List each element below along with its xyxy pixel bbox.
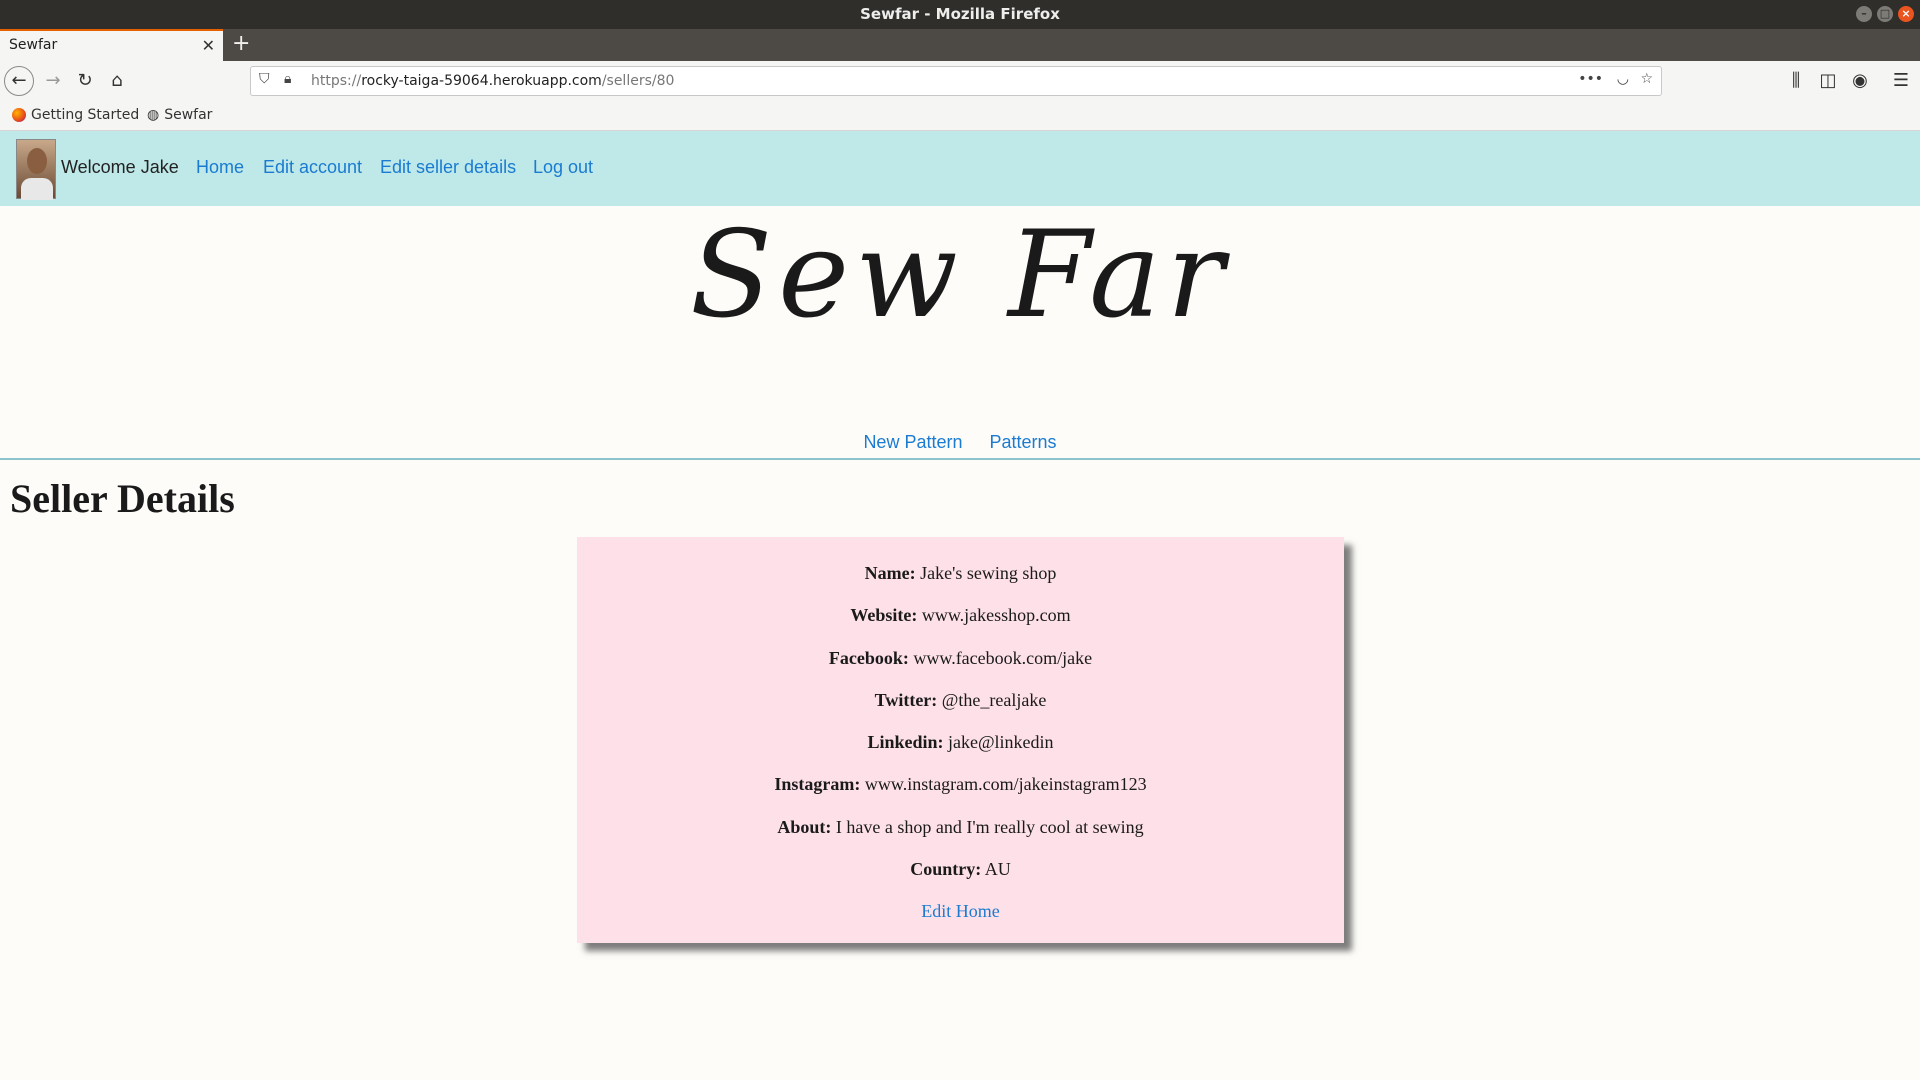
menu-icon[interactable]: ☰ <box>1887 67 1915 95</box>
navigation-toolbar: ← → ↻ ⌂ ⛉ 🔒︎ https://rocky-taiga-59064.h… <box>0 61 1920 101</box>
seller-website-row: Website: www.jakesshop.com <box>850 605 1071 626</box>
reload-icon[interactable]: ↻ <box>71 67 99 95</box>
tab-title: Sewfar <box>9 37 58 53</box>
seller-country-row: Country: AU <box>910 859 1011 880</box>
url-text: https://rocky-taiga-59064.herokuapp.com/… <box>311 73 675 89</box>
bookmark-sewfar[interactable]: ◍ Sewfar <box>147 107 212 123</box>
home-link[interactable]: Home <box>196 157 244 178</box>
page-actions-icon[interactable]: ••• <box>1578 71 1603 87</box>
site-logo: Sew Far <box>689 206 1231 345</box>
browser-tab[interactable]: Sewfar ✕ <box>0 29 223 61</box>
patterns-link[interactable]: Patterns <box>990 432 1057 452</box>
page-title: Seller Details <box>10 476 235 521</box>
log-out-link[interactable]: Log out <box>533 157 593 178</box>
home-icon[interactable]: ⌂ <box>103 67 131 95</box>
minimize-icon[interactable]: – <box>1856 6 1872 22</box>
bookmarks-toolbar: Getting Started ◍ Sewfar <box>0 101 1920 131</box>
tab-strip: Sewfar ✕ + <box>0 29 1920 61</box>
new-tab-icon[interactable]: + <box>232 31 250 56</box>
seller-instagram-row: Instagram: www.instagram.com/jakeinstagr… <box>774 774 1147 795</box>
site-header: Welcome Jake Home Edit account Edit sell… <box>0 131 1920 206</box>
account-icon[interactable]: ◉ <box>1846 67 1874 95</box>
bookmark-star-icon[interactable]: ☆ <box>1640 71 1653 87</box>
close-window-icon[interactable]: × <box>1898 6 1914 22</box>
sidebar-icon[interactable]: ◫ <box>1814 67 1842 95</box>
back-icon[interactable]: ← <box>4 66 34 96</box>
edit-account-link[interactable]: Edit account <box>263 157 362 178</box>
card-links: Edit Home <box>577 897 1344 939</box>
welcome-text: Welcome Jake <box>61 157 179 177</box>
seller-facebook-row: Facebook: www.facebook.com/jake <box>828 647 1093 668</box>
seller-details-card: Name: Jake's sewing shop Website: www.ja… <box>577 537 1344 943</box>
lock-icon[interactable]: 🔒︎ <box>284 71 291 87</box>
bookmark-label: Getting Started <box>31 107 140 123</box>
seller-linkedin-row: Linkedin: jake@linkedin <box>867 732 1054 753</box>
edit-seller-link[interactable]: Edit <box>921 901 951 921</box>
maximize-icon[interactable]: □ <box>1877 6 1893 22</box>
window-title: Sewfar - Mozilla Firefox <box>860 5 1060 23</box>
globe-icon: ◍ <box>147 107 160 123</box>
bookmark-getting-started[interactable]: Getting Started <box>12 107 139 123</box>
seller-name-row: Name: Jake's sewing shop <box>864 563 1057 583</box>
library-icon[interactable]: ⫼ <box>1782 67 1810 95</box>
window-titlebar: Sewfar - Mozilla Firefox – □ × <box>0 0 1920 29</box>
seller-twitter-row: Twitter: @the_realjake <box>874 689 1047 710</box>
window-controls: – □ × <box>1856 6 1914 22</box>
avatar <box>16 139 56 200</box>
shield-icon[interactable]: ⛉ <box>259 71 270 87</box>
forward-icon[interactable]: → <box>39 67 67 95</box>
seller-about-row: About: I have a shop and I'm really cool… <box>777 816 1144 837</box>
bookmark-label: Sewfar <box>164 107 213 123</box>
close-tab-icon[interactable]: ✕ <box>202 36 215 55</box>
firefox-icon <box>12 108 26 122</box>
new-pattern-link[interactable]: New Pattern <box>863 432 962 452</box>
pocket-icon[interactable]: ◡ <box>1617 71 1629 87</box>
card-home-link[interactable]: Home <box>956 901 1000 921</box>
url-bar[interactable]: ⛉ 🔒︎ https://rocky-taiga-59064.herokuapp… <box>250 66 1662 96</box>
seller-subnav: New Pattern Patterns <box>0 432 1920 460</box>
edit-seller-details-link[interactable]: Edit seller details <box>380 157 516 178</box>
